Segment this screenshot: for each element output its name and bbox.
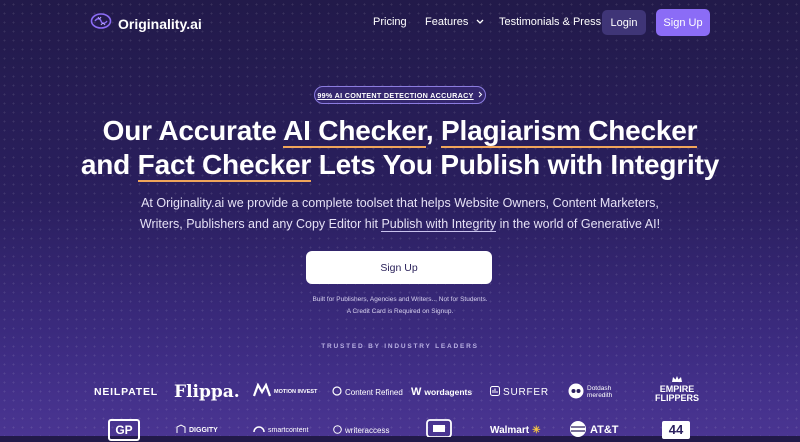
headline-text: Our Accurate	[102, 115, 284, 146]
nav-features-dropdown[interactable]: Features	[425, 16, 484, 28]
wordagents-mark-icon: W	[411, 386, 422, 398]
accuracy-badge[interactable]: 99% AI CONTENT DETECTION ACCURACY	[314, 86, 486, 104]
wordagents-text: wordagents	[424, 387, 473, 397]
nav-pricing-link[interactable]: Pricing	[373, 16, 407, 28]
att-text: AT&T	[590, 424, 619, 436]
walmart-text: Walmart	[490, 424, 530, 436]
chevron-down-icon	[476, 16, 484, 28]
wordagents-logo: W wordagents	[411, 380, 472, 404]
diggity-text: DIGGITY	[189, 426, 218, 434]
publisher-badge-icon	[426, 418, 452, 442]
gp-logo: GP	[108, 419, 140, 441]
smartcontent-mark-icon	[253, 424, 265, 436]
logo[interactable]: Originality.ai	[90, 12, 202, 35]
empire-flippers-text: EMPIRE FLIPPERS	[654, 384, 699, 403]
motion-invest-logo: MOTION INVEST	[252, 380, 318, 404]
hero-headline: Our Accurate AI Checker, Plagiarism Chec…	[0, 114, 800, 182]
smartcontent-logo: smartcontent	[253, 420, 308, 440]
headline-ai-checker: AI Checker	[283, 115, 426, 148]
login-button[interactable]: Login	[602, 10, 646, 35]
publish-with-integrity-link[interactable]: Publish with Integrity	[381, 217, 497, 232]
surfer-logo: SURFER	[490, 380, 549, 404]
smartcontent-text: smartcontent	[268, 426, 309, 434]
dotdash-mark-icon	[568, 383, 584, 401]
flippa-logo: Flippa.	[174, 382, 240, 402]
diggity-logo: DIGGITY	[176, 420, 218, 440]
writeraccess-mark-icon	[333, 424, 342, 436]
chevron-right-icon	[478, 91, 483, 100]
signup-button[interactable]: Sign Up	[656, 9, 710, 36]
accuracy-badge-label: 99% AI CONTENT DETECTION ACCURACY	[317, 90, 474, 100]
logo-text: Originality.ai	[118, 15, 202, 32]
content-refined-mark-icon	[332, 386, 342, 398]
writeraccess-logo: writeraccess	[333, 420, 389, 440]
dotdash-meredith-logo: Dotdash meredith	[568, 380, 628, 404]
nav-testimonials-link[interactable]: Testimonials & Press	[499, 16, 601, 28]
diggity-mark-icon	[176, 424, 186, 436]
publisher-badge-logo	[426, 418, 452, 442]
hero-subtitle: At Originality.ai we provide a complete …	[130, 193, 670, 235]
walmart-logo: Walmart ✳	[490, 420, 540, 440]
headline-separator: ,	[425, 115, 442, 146]
empire-flippers-logo: EMPIRE FLIPPERS	[648, 376, 706, 406]
content-refined-logo: Content Refined	[332, 380, 403, 404]
att-logo: AT&T	[569, 420, 619, 440]
headline-plagiarism-checker: Plagiarism Checker	[441, 115, 698, 148]
dotdash-meredith-text: Dotdash meredith	[587, 385, 613, 399]
44-logo: 44	[662, 420, 690, 440]
gp-logo-text: GP	[108, 419, 140, 441]
brain-logo-icon	[90, 12, 112, 35]
nav-features-label: Features	[425, 16, 469, 28]
44-logo-text: 44	[662, 421, 690, 439]
spark-icon: ✳	[532, 424, 541, 436]
headline-text: Lets You Publish with Integrity	[311, 149, 720, 180]
writeraccess-text: writeraccess	[345, 425, 390, 435]
credit-card-note: A Credit Card is Required on Signup.	[346, 308, 454, 315]
headline-fact-checker: Fact Checker	[137, 149, 312, 182]
audience-note: Built for Publishers, Agencies and Write…	[312, 296, 488, 303]
headline-text: and	[80, 149, 138, 180]
neilpatel-logo: NEILPATEL	[94, 386, 158, 398]
top-navigation: Originality.ai Pricing Features Testimon…	[0, 0, 800, 44]
motion-invest-mark-icon	[252, 381, 272, 402]
surfer-text: SURFER	[503, 386, 549, 398]
motion-invest-text: MOTION INVEST	[274, 389, 318, 395]
subtitle-text: in the world of Generative AI!	[496, 217, 661, 231]
att-globe-icon	[569, 420, 587, 441]
content-refined-text: Content Refined	[345, 387, 403, 397]
trusted-heading: TRUSTED BY INDUSTRY LEADERS	[321, 343, 479, 350]
hero-signup-button[interactable]: Sign Up	[306, 251, 492, 284]
surfer-mark-icon	[490, 385, 500, 399]
